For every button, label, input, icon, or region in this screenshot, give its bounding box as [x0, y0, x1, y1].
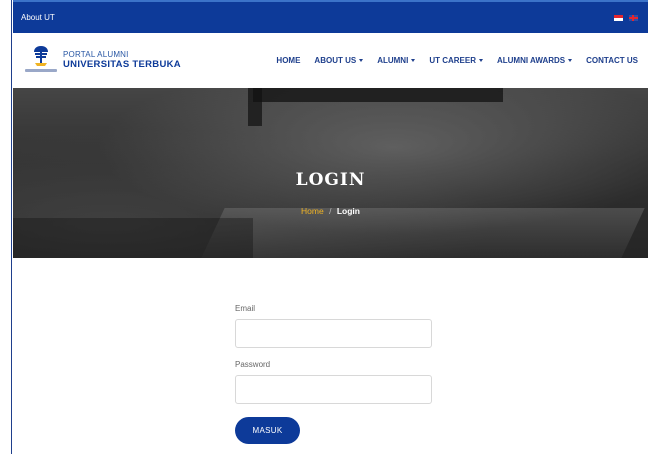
brand-logo-link[interactable]: PORTAL ALUMNI UNIVERSITAS TERBUKA — [25, 45, 181, 77]
page-title: LOGIN — [295, 170, 366, 190]
en-flag-icon[interactable] — [629, 14, 638, 21]
breadcrumb-current: Login — [336, 206, 360, 216]
breadcrumb-home-link[interactable]: Home — [301, 206, 324, 216]
language-switcher — [614, 14, 638, 21]
nav-about-us[interactable]: ABOUT US — [314, 56, 364, 65]
nav-alumni-awards[interactable]: ALUMNI AWARDS — [497, 56, 573, 65]
caret-down-icon — [411, 59, 416, 62]
main-menu: HOME ABOUT US ALUMNI UT CAREER ALUMNI AW… — [276, 56, 638, 65]
id-flag-icon[interactable] — [614, 14, 623, 21]
caret-down-icon — [568, 59, 573, 62]
brand-title: UNIVERSITAS TERBUKA — [63, 58, 181, 70]
nav-home[interactable]: HOME — [276, 56, 300, 65]
about-ut-link[interactable]: About UT — [21, 13, 55, 22]
nav-alumni[interactable]: ALUMNI — [377, 56, 416, 65]
login-submit-button[interactable]: MASUK — [235, 417, 300, 444]
hero-banner: LOGIN Home / Login — [13, 88, 648, 258]
page: About UT PORTAL ALUMNI UNIVERSITAS TERBU… — [13, 0, 648, 454]
ut-logo-icon — [25, 45, 57, 77]
email-label: Email — [235, 304, 256, 313]
nav-ut-career[interactable]: UT CAREER — [429, 56, 483, 65]
password-label: Password — [235, 360, 271, 369]
email-field[interactable] — [235, 319, 432, 348]
navbar: PORTAL ALUMNI UNIVERSITAS TERBUKA HOME A… — [13, 33, 648, 88]
breadcrumb: Home / Login — [13, 206, 648, 216]
top-bar: About UT — [13, 0, 648, 33]
password-field[interactable] — [235, 375, 432, 404]
caret-down-icon — [359, 59, 364, 62]
breadcrumb-separator: / — [329, 206, 332, 216]
caret-down-icon — [478, 59, 483, 62]
nav-contact-us[interactable]: CONTACT US — [586, 56, 638, 65]
left-frame-border — [0, 0, 12, 454]
login-form: Email Password MASUK — [235, 304, 435, 444]
